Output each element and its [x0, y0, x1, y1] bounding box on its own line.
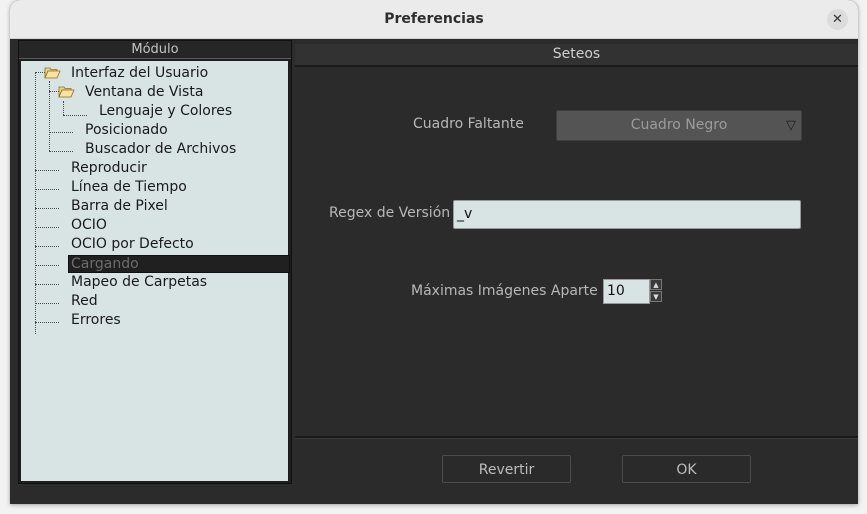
tree-item-barra-de-pixel[interactable]: Barra de Pixel: [71, 197, 168, 215]
tree-item-cargando[interactable]: Cargando: [68, 255, 290, 273]
module-tree[interactable]: Interfaz del Usuario Ventana de Vista Le…: [21, 61, 290, 481]
tree-connector: [35, 303, 59, 304]
folder-open-icon: [44, 67, 61, 79]
tree-item-ocio[interactable]: OCIO: [71, 216, 107, 234]
tree-connector: [35, 265, 59, 266]
module-header: Módulo: [19, 41, 291, 59]
tree-connector: [49, 132, 73, 133]
module-panel: Módulo Interfaz del Usuario Ventana de V…: [18, 40, 292, 484]
tree-item-lenguaje-y-colores[interactable]: Lenguaje y Colores: [99, 102, 232, 120]
tree-item-mapeo-de-carpetas[interactable]: Mapeo de Carpetas: [71, 273, 207, 291]
tree-item-linea-de-tiempo[interactable]: Línea de Tiempo: [71, 178, 187, 196]
tree-item-ocio-por-defecto[interactable]: OCIO por Defecto: [71, 235, 194, 253]
preferences-window: Preferencias ✕ Módulo Interfaz del Usuar…: [10, 0, 858, 504]
tree-connector: [35, 227, 59, 228]
tree-item-ventana-de-vista[interactable]: Ventana de Vista: [85, 83, 203, 101]
tree-item-reproducir[interactable]: Reproducir: [71, 159, 147, 177]
tree-connector: [35, 72, 36, 334]
tree-connector: [35, 208, 59, 209]
arrow-up-icon: ▲: [653, 281, 659, 289]
max-images-input[interactable]: 10: [603, 279, 650, 304]
tree-connector: [35, 189, 59, 190]
folder-open-icon: [58, 86, 75, 98]
settings-header: Seteos: [295, 44, 858, 66]
missing-frame-value: Cuadro Negro: [630, 117, 728, 133]
version-regex-input[interactable]: _v: [453, 200, 801, 229]
tree-item-red[interactable]: Red: [71, 292, 98, 310]
tree-item-interfaz-del-usuario[interactable]: Interfaz del Usuario: [71, 64, 208, 82]
tree-connector: [63, 115, 87, 116]
tree-connector: [35, 170, 59, 171]
window-title: Preferencias: [384, 11, 484, 27]
tree-connector: [49, 151, 73, 152]
tree-connector: [35, 284, 59, 285]
tree-item-posicionado[interactable]: Posicionado: [85, 121, 168, 139]
tree-item-buscador-de-archivos[interactable]: Buscador de Archivos: [85, 140, 236, 158]
chevron-down-icon: ▽: [786, 118, 796, 133]
revert-button[interactable]: Revertir: [442, 455, 571, 483]
spin-down-button[interactable]: ▼: [650, 291, 662, 302]
tree-item-errores[interactable]: Errores: [71, 311, 121, 329]
tree-connector: [35, 322, 59, 323]
arrow-down-icon: ▼: [653, 293, 659, 301]
max-images-label: Máximas Imágenes Aparte: [411, 283, 598, 299]
footer-divider: [295, 436, 858, 439]
title-bar[interactable]: Preferencias ✕: [10, 0, 858, 39]
version-regex-label: Regex de Versión: [329, 205, 451, 221]
close-button[interactable]: ✕: [827, 9, 848, 30]
tree-connector: [35, 246, 59, 247]
missing-frame-dropdown[interactable]: Cuadro Negro ▽: [556, 110, 802, 141]
tree-connector: [63, 101, 64, 115]
missing-frame-label: Cuadro Faltante: [413, 116, 524, 132]
spin-up-button[interactable]: ▲: [650, 279, 662, 290]
ok-button[interactable]: OK: [622, 455, 751, 483]
close-icon: ✕: [832, 12, 843, 27]
